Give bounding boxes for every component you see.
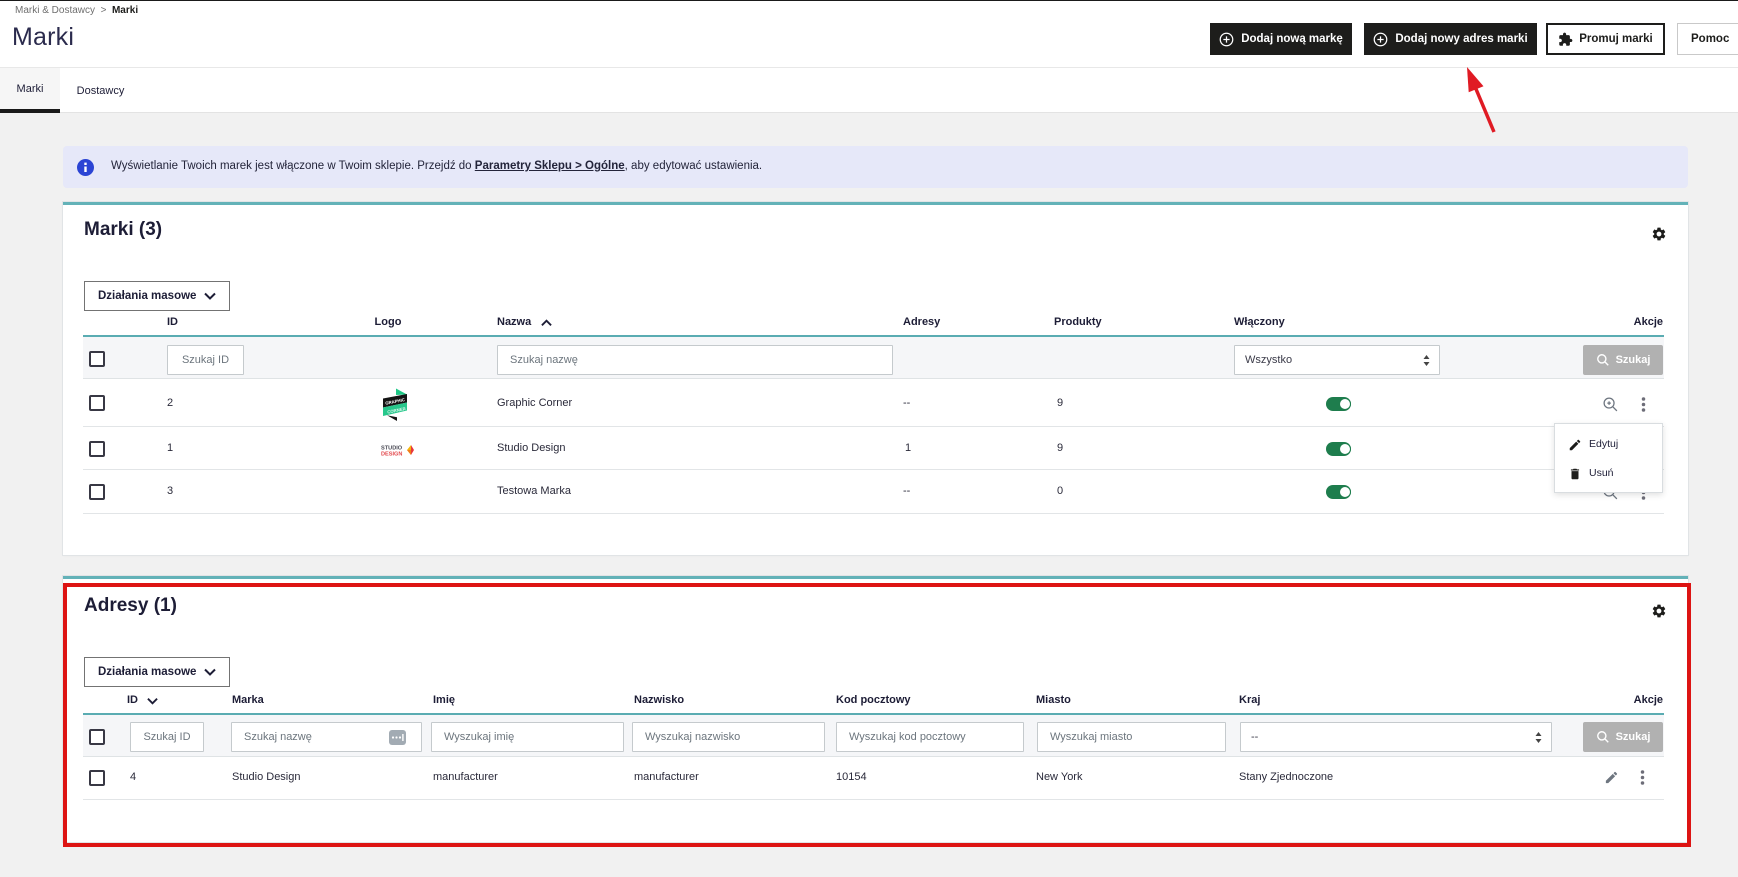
svg-text:DESIGN: DESIGN xyxy=(381,451,402,456)
